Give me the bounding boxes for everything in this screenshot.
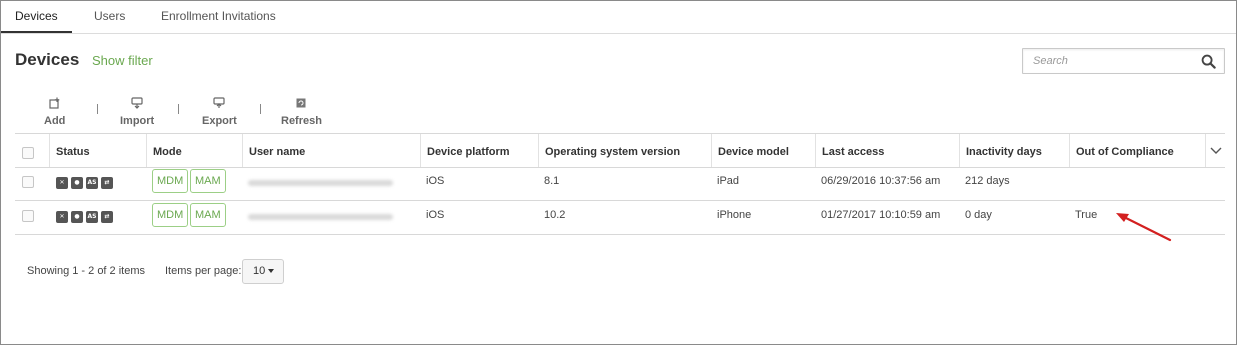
chevron-down-icon: [1210, 147, 1222, 154]
column-chooser[interactable]: [1205, 134, 1225, 167]
status-icons: ✕ ● AS ⇄: [56, 177, 113, 189]
mode-badge-mam: MAM: [190, 169, 226, 193]
unmanaged-icon: ✕: [56, 211, 68, 223]
add-button[interactable]: Add: [44, 97, 65, 127]
redacted-user-name: [248, 180, 393, 186]
mode-badge-mam: MAM: [190, 203, 226, 227]
refresh-icon: [281, 97, 322, 111]
cell-out-of-compliance: True: [1075, 209, 1098, 221]
shuffle-icon: ⇄: [101, 177, 113, 189]
cell-last-access: 01/27/2017 10:10:59 am: [821, 209, 941, 221]
tab-enrollment-invitations[interactable]: Enrollment Invitations: [147, 1, 290, 33]
as-status-icon: AS: [86, 177, 98, 189]
column-inactivity-days[interactable]: Inactivity days: [959, 134, 1069, 167]
cell-last-access: 06/29/2016 10:37:56 am: [821, 175, 941, 187]
column-out-of-compliance[interactable]: Out of Compliance: [1069, 134, 1205, 167]
status-icons: ✕ ● AS ⇄: [56, 211, 113, 223]
items-per-page-label: Items per page:: [165, 265, 242, 277]
cell-inactivity-days: 212 days: [965, 175, 1010, 187]
cell-platform: iOS: [426, 175, 445, 187]
toolbar-divider: [97, 104, 98, 114]
export-icon: [202, 97, 237, 111]
tab-bar: Devices Users Enrollment Invitations: [1, 1, 1236, 34]
column-status[interactable]: Status: [49, 134, 146, 167]
add-label: Add: [44, 115, 66, 127]
refresh-button[interactable]: Refresh: [281, 97, 322, 127]
import-icon: [120, 97, 154, 111]
column-os-version[interactable]: Operating system version: [538, 134, 711, 167]
items-per-page-select[interactable]: 10: [242, 259, 284, 284]
cell-inactivity-days: 0 day: [965, 209, 992, 221]
column-user-name[interactable]: User name: [242, 134, 420, 167]
row-checkbox[interactable]: [22, 176, 34, 188]
page-title: Devices: [15, 50, 80, 69]
table-header: Status Mode User name Device platform Op…: [15, 133, 1225, 168]
select-all-checkbox[interactable]: [22, 147, 34, 159]
shuffle-icon: ⇄: [101, 211, 113, 223]
pagination-summary: Showing 1 - 2 of 2 items: [27, 265, 146, 277]
circle-status-icon: ●: [71, 211, 83, 223]
search-icon[interactable]: [1201, 54, 1216, 69]
mode-badge-mdm: MDM: [152, 169, 189, 193]
items-per-page-value: 10: [253, 265, 266, 277]
export-label: Export: [202, 115, 237, 127]
unmanaged-icon: ✕: [56, 177, 68, 189]
as-status-icon: AS: [86, 211, 98, 223]
devices-table: Status Mode User name Device platform Op…: [15, 133, 1225, 235]
toolbar-divider: [178, 104, 179, 114]
circle-status-icon: ●: [71, 177, 83, 189]
cell-device-model: iPad: [717, 175, 740, 187]
show-filter-link[interactable]: Show filter: [92, 53, 153, 68]
caret-down-icon: [268, 269, 275, 274]
column-device-model[interactable]: Device model: [711, 134, 815, 167]
row-checkbox[interactable]: [22, 210, 34, 222]
cell-os-version: 10.2: [544, 209, 566, 221]
cell-out-of-compliance: [1069, 167, 1075, 200]
cell-device-model: iPhone: [717, 209, 752, 221]
cell-platform: iOS: [426, 209, 445, 221]
column-last-access[interactable]: Last access: [815, 134, 959, 167]
import-label: Import: [120, 115, 155, 127]
export-button[interactable]: Export: [202, 97, 237, 127]
refresh-label: Refresh: [281, 115, 322, 127]
cell-os-version: 8.1: [544, 175, 560, 187]
column-device-platform[interactable]: Device platform: [420, 134, 538, 167]
redacted-user-name: [248, 214, 393, 220]
import-button[interactable]: Import: [120, 97, 154, 127]
search-box: [1022, 48, 1225, 74]
toolbar-divider: [260, 104, 261, 114]
table-row[interactable]: ✕ ● AS ⇄ MDM MAM iOS 8.1 iPad 06/29/2016…: [15, 167, 1225, 201]
column-mode[interactable]: Mode: [146, 134, 242, 167]
search-input[interactable]: [1023, 49, 1198, 73]
mode-badge-mdm: MDM: [152, 203, 189, 227]
tab-devices[interactable]: Devices: [1, 1, 72, 33]
table-row[interactable]: ✕ ● AS ⇄ MDM MAM iOS 10.2 iPhone 01/27/2…: [15, 201, 1225, 235]
tab-users[interactable]: Users: [80, 1, 139, 33]
annotation-arrow: [1116, 213, 1172, 242]
add-icon: [44, 97, 65, 111]
